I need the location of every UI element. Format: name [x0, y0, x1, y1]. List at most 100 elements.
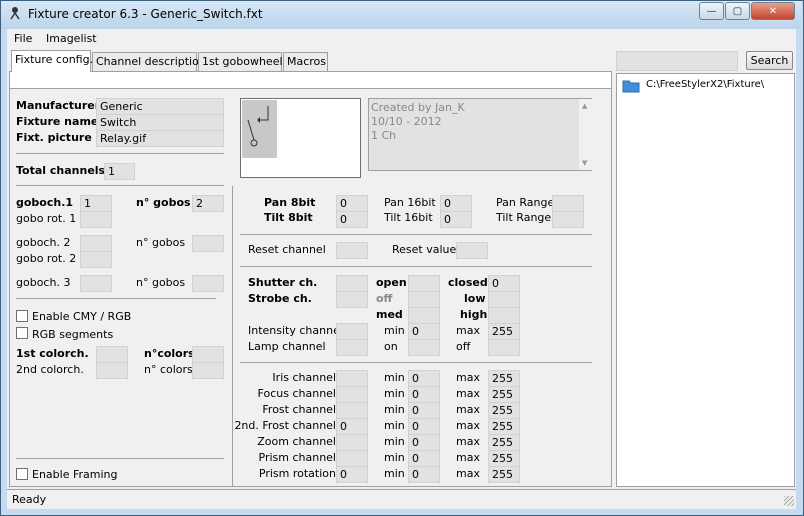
pan-range-field[interactable]	[552, 195, 584, 212]
channel-max-field[interactable]: 255	[488, 466, 520, 483]
colorch2-field[interactable]	[96, 362, 128, 379]
high-field[interactable]	[488, 307, 520, 324]
channel-label: Prism rotation	[258, 467, 336, 480]
channel-max-field[interactable]: 255	[488, 386, 520, 403]
rgb-segments-checkbox[interactable]	[16, 327, 28, 339]
intensity-min-label: min	[384, 324, 405, 337]
channel-min-field[interactable]: 0	[408, 450, 440, 467]
ngobos2-field[interactable]	[192, 235, 224, 252]
minimize-button[interactable]: —	[699, 2, 724, 20]
manufacturer-label: Manufacturer	[16, 99, 101, 112]
channel-min-label: min	[384, 467, 405, 480]
ngobos1-field[interactable]: 2	[192, 195, 224, 212]
channel-field[interactable]	[336, 434, 368, 451]
channel-min-field[interactable]: 0	[408, 466, 440, 483]
notes-line-1: Created by Jan_K	[371, 101, 465, 114]
closed-field[interactable]: 0	[488, 275, 520, 292]
med-field[interactable]	[408, 307, 440, 324]
intensity-field[interactable]	[336, 323, 368, 340]
channel-min-field[interactable]: 0	[408, 370, 440, 387]
tilt16-field[interactable]: 0	[440, 211, 472, 228]
search-input[interactable]	[616, 51, 738, 71]
channel-row: Zoom channel min 0 max 255	[240, 434, 530, 451]
channel-field[interactable]	[336, 450, 368, 467]
channel-field[interactable]	[336, 386, 368, 403]
channel-max-field[interactable]: 255	[488, 418, 520, 435]
resize-grip-icon[interactable]	[784, 496, 794, 506]
channel-max-label: max	[456, 419, 480, 432]
channel-max-field[interactable]: 255	[488, 450, 520, 467]
vertical-divider	[232, 186, 233, 486]
off-field[interactable]	[408, 291, 440, 308]
total-channels-field[interactable]: 1	[104, 163, 135, 180]
intensity-max-field[interactable]: 255	[488, 323, 520, 340]
gobo-rot1-field[interactable]	[80, 211, 112, 228]
channel-max-field[interactable]: 255	[488, 434, 520, 451]
channel-min-field[interactable]: 0	[408, 402, 440, 419]
menu-file[interactable]: File	[14, 32, 32, 45]
channel-max-field[interactable]: 255	[488, 370, 520, 387]
tree-root-folder[interactable]: C:\FreeStylerX2\Fixture\	[646, 79, 764, 90]
channel-field[interactable]	[336, 370, 368, 387]
channel-min-field[interactable]: 0	[408, 434, 440, 451]
reset-value-label: Reset value	[392, 243, 457, 256]
strobe-field[interactable]	[336, 291, 368, 308]
reset-value-field[interactable]	[456, 242, 488, 259]
channel-row: Prism channel min 0 max 255	[240, 450, 530, 467]
scroll-up-icon[interactable]: ▲	[582, 102, 587, 110]
goboch1-field[interactable]: 1	[80, 195, 112, 212]
tilt16-label: Tilt 16bit	[384, 211, 433, 224]
goboch2-field[interactable]	[80, 235, 112, 252]
menu-imagelist[interactable]: Imagelist	[46, 32, 97, 45]
pan16-field[interactable]: 0	[440, 195, 472, 212]
channel-label: Focus channel	[257, 387, 336, 400]
enable-cmy-checkbox[interactable]	[16, 310, 28, 322]
tilt-range-field[interactable]	[552, 211, 584, 228]
ngobos3-field[interactable]	[192, 275, 224, 292]
channel-min-field[interactable]: 0	[408, 386, 440, 403]
goboch3-field[interactable]	[80, 275, 112, 292]
open-field[interactable]	[408, 275, 440, 292]
channel-field[interactable]	[336, 402, 368, 419]
close-button[interactable]: ✕	[751, 2, 795, 20]
channel-field[interactable]: 0	[336, 418, 368, 435]
scroll-down-icon[interactable]: ▼	[582, 159, 587, 167]
enable-framing-checkbox[interactable]	[16, 468, 28, 480]
channel-max-field[interactable]: 255	[488, 402, 520, 419]
low-field[interactable]	[488, 291, 520, 308]
fixture-picture-preview	[240, 98, 361, 178]
tab-macros[interactable]: Macros	[283, 52, 328, 71]
shutter-label: Shutter ch.	[248, 276, 318, 289]
total-channels-label: Total channels	[16, 164, 106, 177]
maximize-button[interactable]: ▢	[725, 2, 750, 20]
lamp-on-field[interactable]	[408, 339, 440, 356]
gobo-rot2-field[interactable]	[80, 251, 112, 268]
fixture-tree[interactable]: C:\FreeStylerX2\Fixture\	[616, 73, 795, 487]
lamp-off-field[interactable]	[488, 339, 520, 356]
ngobos1-label: n° gobos	[136, 196, 191, 209]
ncolors1-field[interactable]	[192, 346, 224, 363]
notes-scrollbar[interactable]: ▲ ▼	[579, 99, 592, 170]
tilt8-field[interactable]: 0	[336, 211, 368, 228]
reset-channel-field[interactable]	[336, 242, 368, 259]
pan8-label: Pan 8bit	[264, 196, 316, 209]
channel-field[interactable]: 0	[336, 466, 368, 483]
colorch1-field[interactable]	[96, 346, 128, 363]
fixture-name-field[interactable]: Switch	[96, 114, 224, 131]
manufacturer-field[interactable]: Generic	[96, 98, 224, 115]
tab-fixture-config[interactable]: Fixture config.	[11, 50, 93, 72]
lamp-field[interactable]	[336, 339, 368, 356]
ncolors2-field[interactable]	[192, 362, 224, 379]
tab-1st-gobowheel[interactable]: 1st gobowheel	[198, 52, 283, 71]
close-icon: ✕	[768, 5, 778, 17]
channel-min-label: min	[384, 387, 405, 400]
notes-textarea[interactable]: Created by Jan_K 10/10 - 2012 1 Ch ▲ ▼	[368, 98, 592, 171]
search-button[interactable]: Search	[746, 51, 793, 70]
goboch1-label: goboch.1	[16, 196, 74, 209]
fixture-picture-field[interactable]: Relay.gif	[96, 130, 224, 147]
intensity-min-field[interactable]: 0	[408, 323, 440, 340]
pan8-field[interactable]: 0	[336, 195, 368, 212]
channel-min-field[interactable]: 0	[408, 418, 440, 435]
tab-channel-description[interactable]: Channel description	[92, 52, 206, 71]
shutter-field[interactable]	[336, 275, 368, 292]
